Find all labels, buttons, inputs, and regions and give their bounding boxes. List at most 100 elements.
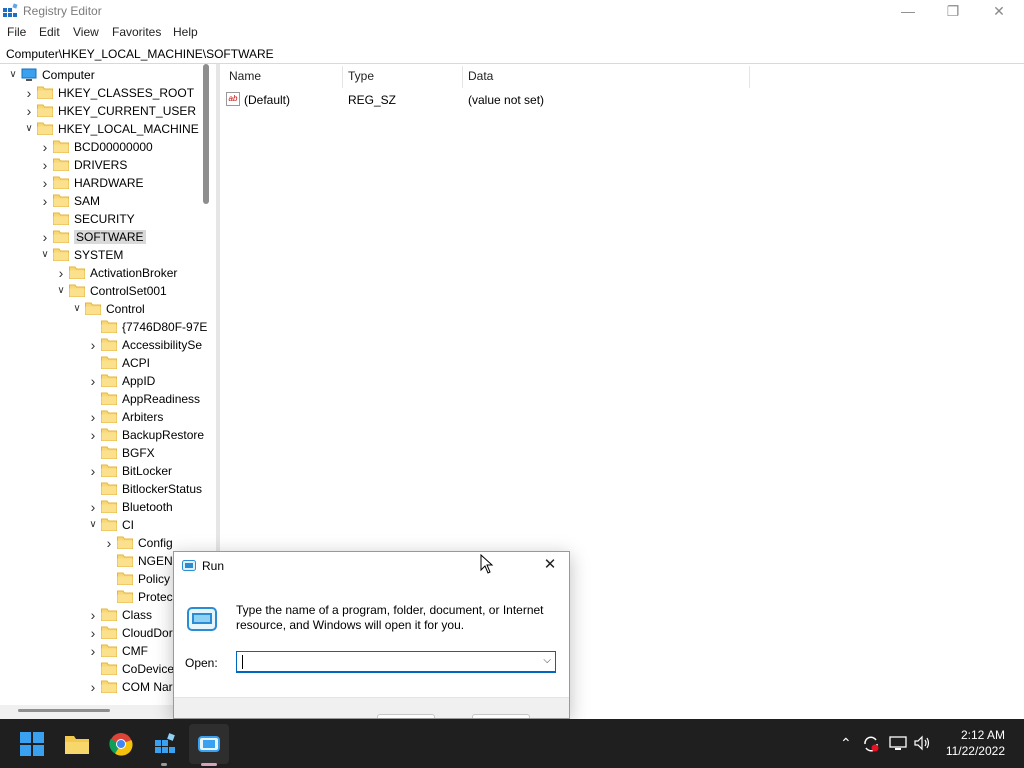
tree-node[interactable]: › CMF xyxy=(0,642,200,660)
value-name[interactable]: (Default) xyxy=(244,93,290,107)
tree-node[interactable]: {7746D80F-97E xyxy=(0,318,207,336)
tree-node[interactable]: › BitLocker xyxy=(0,462,200,480)
tree-node[interactable]: › Arbiters xyxy=(0,408,200,426)
tree-node[interactable]: › HARDWARE xyxy=(0,174,200,192)
collapse-chevron-icon[interactable]: ∨ xyxy=(24,123,34,135)
tree-node[interactable]: › BackupRestore xyxy=(0,426,204,444)
tree-node[interactable]: › HKEY_CLASSES_ROOT xyxy=(0,84,200,102)
column-divider[interactable] xyxy=(749,66,750,88)
tree-node[interactable]: › HKEY_CURRENT_USER xyxy=(0,102,200,120)
open-input[interactable]: ⌵ xyxy=(236,651,556,673)
menu-help[interactable]: Help xyxy=(173,25,198,39)
expand-chevron-icon[interactable]: › xyxy=(40,158,50,172)
column-divider[interactable] xyxy=(462,66,463,88)
collapse-chevron-icon[interactable]: ∨ xyxy=(40,249,50,261)
menu-edit[interactable]: Edit xyxy=(39,25,60,39)
expand-chevron-icon[interactable]: › xyxy=(88,410,98,424)
tree-node[interactable]: › BCD00000000 xyxy=(0,138,200,156)
tree-node[interactable]: BGFX xyxy=(0,444,200,462)
sync-icon[interactable] xyxy=(862,735,880,753)
address-bar[interactable]: Computer\HKEY_LOCAL_MACHINE\SOFTWARE xyxy=(0,42,1024,64)
column-header-name[interactable]: Name xyxy=(229,69,261,83)
collapse-chevron-icon[interactable]: ∨ xyxy=(8,69,18,81)
expand-chevron-icon[interactable]: › xyxy=(40,176,50,190)
folder-icon xyxy=(53,230,69,243)
expand-chevron-icon[interactable]: › xyxy=(24,86,34,100)
expand-chevron-icon[interactable]: › xyxy=(88,338,98,352)
folder-icon xyxy=(117,536,133,549)
tree-node[interactable]: › CloudDor xyxy=(0,624,200,642)
tree-node[interactable]: ∨ HKEY_LOCAL_MACHINE xyxy=(0,120,200,138)
expand-chevron-icon[interactable]: › xyxy=(104,536,114,550)
tree-node[interactable]: › Config xyxy=(0,534,200,552)
registry-editor-button[interactable] xyxy=(149,728,181,760)
run-close-button[interactable]: ✕ xyxy=(537,555,563,575)
tree-node[interactable]: ∨ ControlSet001 xyxy=(0,282,200,300)
file-explorer-button[interactable] xyxy=(61,728,93,760)
expand-chevron-icon[interactable]: › xyxy=(88,428,98,442)
expand-chevron-icon[interactable]: › xyxy=(88,608,98,622)
expand-chevron-icon[interactable]: › xyxy=(88,626,98,640)
scrollbar-thumb[interactable] xyxy=(18,709,110,712)
collapse-chevron-icon[interactable]: ∨ xyxy=(56,285,66,297)
tree-node[interactable]: SECURITY xyxy=(0,210,200,228)
run-icon xyxy=(198,736,220,752)
folder-icon xyxy=(117,572,133,585)
chevron-down-icon[interactable]: ⌵ xyxy=(543,655,551,666)
tree-connector xyxy=(88,357,98,369)
expand-chevron-icon[interactable]: › xyxy=(56,266,66,280)
registry-editor-icon xyxy=(155,733,175,753)
system-clock[interactable]: 2:12 AM 11/22/2022 xyxy=(946,727,1005,759)
tree-connector xyxy=(104,573,114,585)
column-divider[interactable] xyxy=(342,66,343,88)
tree-node[interactable]: › AccessibilitySe xyxy=(0,336,202,354)
tree-node[interactable]: › Bluetooth xyxy=(0,498,200,516)
close-button[interactable]: ✕ xyxy=(976,0,1022,22)
collapse-chevron-icon[interactable]: ∨ xyxy=(88,519,98,531)
tree-node[interactable]: ∨ Control xyxy=(0,300,200,318)
tree-node[interactable]: ACPI xyxy=(0,354,200,372)
volume-icon[interactable] xyxy=(914,735,932,751)
expand-chevron-icon[interactable]: › xyxy=(88,644,98,658)
tree-node[interactable]: › DRIVERS xyxy=(0,156,200,174)
tree-node[interactable]: › COM Nar xyxy=(0,678,200,696)
menu-favorites[interactable]: Favorites xyxy=(112,25,161,39)
menu-view[interactable]: View xyxy=(73,25,99,39)
tree-node[interactable]: NGEN xyxy=(0,552,200,570)
expand-chevron-icon[interactable]: › xyxy=(40,194,50,208)
tree-node-label: BitlockerStatus xyxy=(122,482,203,496)
tree-node[interactable]: ∨ CI xyxy=(0,516,200,534)
run-button[interactable] xyxy=(193,728,225,760)
chrome-button[interactable] xyxy=(105,728,137,760)
start-button[interactable] xyxy=(16,728,48,760)
tree-vertical-scrollbar[interactable] xyxy=(203,64,209,204)
network-icon[interactable] xyxy=(889,735,907,751)
tree-node[interactable]: › ActivationBroker xyxy=(0,264,200,282)
expand-chevron-icon[interactable]: › xyxy=(88,464,98,478)
maximize-button[interactable]: ❐ xyxy=(930,0,976,22)
column-header-type[interactable]: Type xyxy=(348,69,374,83)
tree-node-label: HKEY_CLASSES_ROOT xyxy=(58,86,195,100)
tree-node[interactable]: AppReadiness xyxy=(0,390,200,408)
column-header-data[interactable]: Data xyxy=(468,69,493,83)
minimize-button[interactable]: — xyxy=(885,0,931,22)
tree-node[interactable]: Protec xyxy=(0,588,200,606)
tree-node[interactable]: › Class xyxy=(0,606,200,624)
expand-chevron-icon[interactable]: › xyxy=(24,104,34,118)
menu-file[interactable]: File xyxy=(7,25,26,39)
expand-chevron-icon[interactable]: › xyxy=(40,230,50,244)
tree-node[interactable]: CoDevice xyxy=(0,660,200,678)
tree-node[interactable]: Policy xyxy=(0,570,200,588)
tree-node[interactable]: ∨ Computer xyxy=(0,66,200,84)
chevron-up-icon[interactable]: ⌃ xyxy=(840,735,852,752)
collapse-chevron-icon[interactable]: ∨ xyxy=(72,303,82,315)
expand-chevron-icon[interactable]: › xyxy=(88,500,98,514)
expand-chevron-icon[interactable]: › xyxy=(88,374,98,388)
tree-node[interactable]: › SOFTWARE xyxy=(0,228,200,246)
tree-node[interactable]: BitlockerStatus xyxy=(0,480,203,498)
tree-node[interactable]: ∨ SYSTEM xyxy=(0,246,200,264)
expand-chevron-icon[interactable]: › xyxy=(40,140,50,154)
expand-chevron-icon[interactable]: › xyxy=(88,680,98,694)
tree-node[interactable]: › SAM xyxy=(0,192,200,210)
tree-node[interactable]: › AppID xyxy=(0,372,200,390)
